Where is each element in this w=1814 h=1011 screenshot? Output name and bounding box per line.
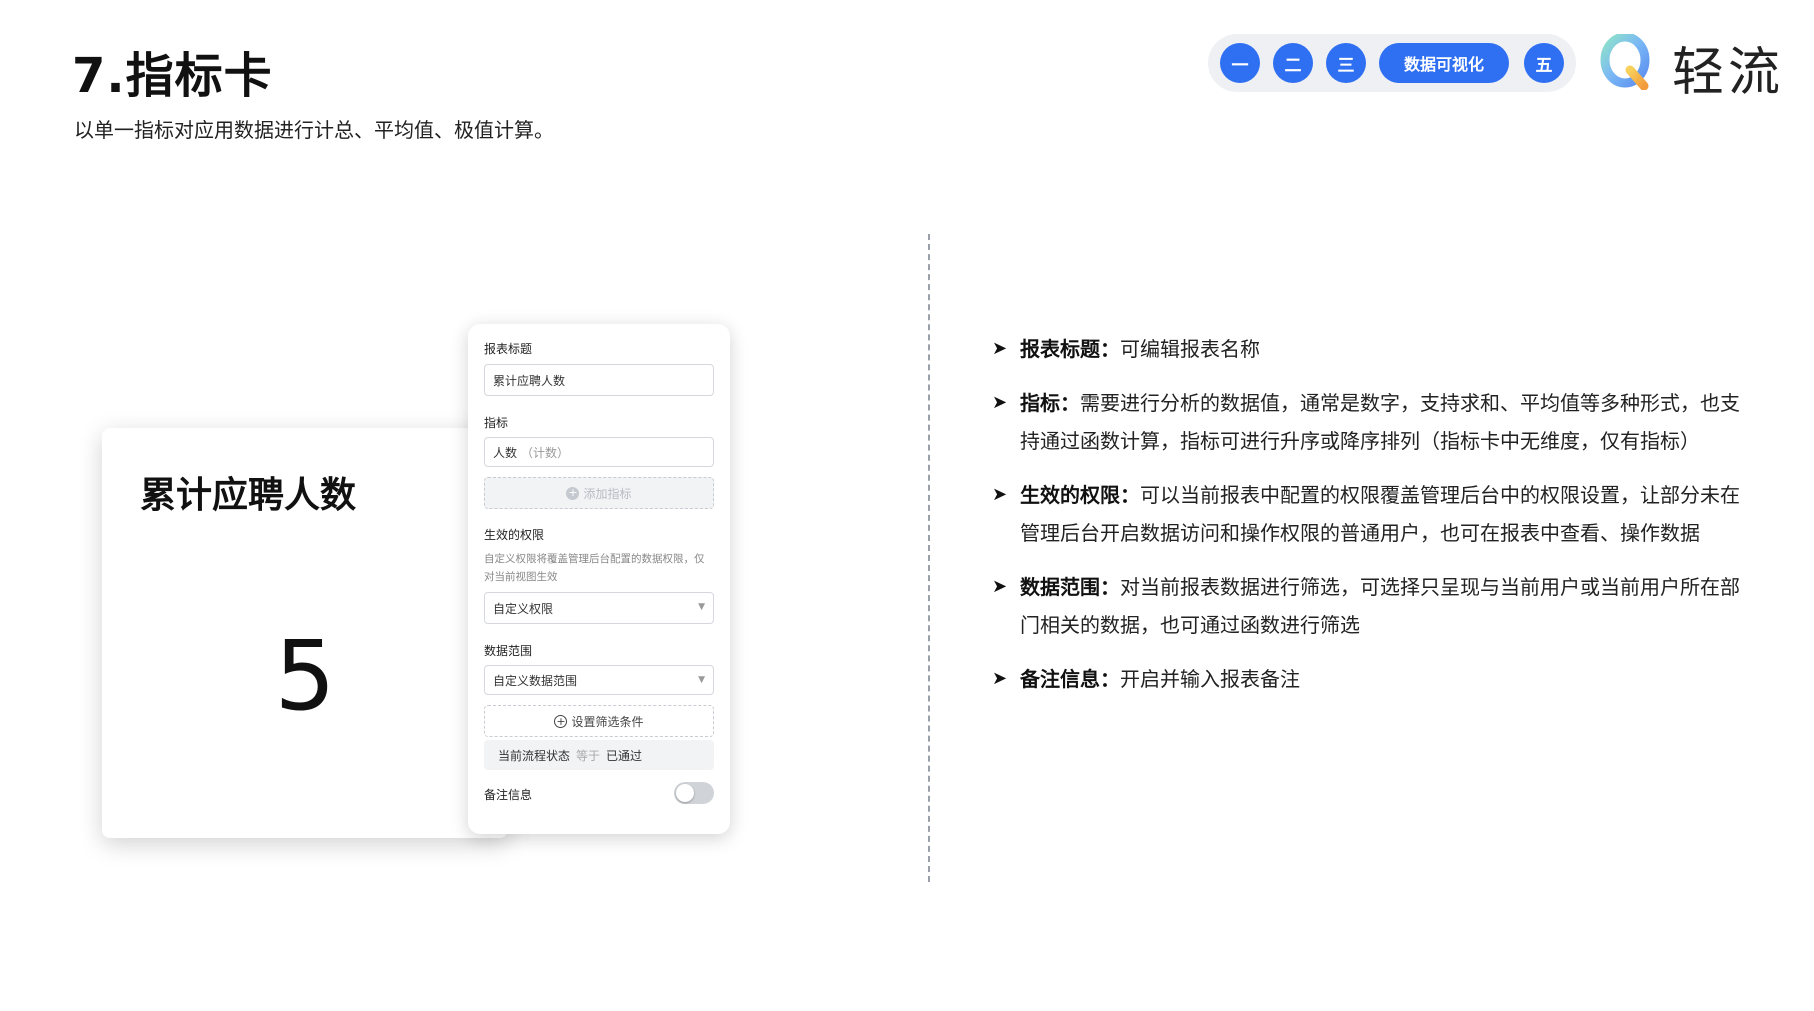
permission-select-value: 自定义权限 [493, 601, 554, 616]
description-list: ➤ 报表标题：可编辑报表名称 ➤ 指标：需要进行分析的数据值，通常是数字，支持求… [992, 330, 1752, 714]
nav-item-1[interactable]: 一 [1220, 43, 1260, 83]
caret-down-icon: ▼ [698, 602, 705, 612]
nav-item-2[interactable]: 二 [1273, 43, 1313, 83]
add-metric-button[interactable]: + 添加指标 [484, 477, 714, 509]
filter-condition[interactable]: 当前流程状态 等于 已通过 [484, 740, 714, 770]
data-range-select[interactable]: 自定义数据范围 ▼ [484, 665, 714, 695]
description-term: 备注信息： [1020, 667, 1120, 691]
notes-label: 备注信息 [484, 788, 533, 802]
section-nav: 一 二 三 数据可视化 五 [1208, 34, 1576, 92]
description-term: 生效的权限： [1020, 483, 1140, 507]
description-text: 可编辑报表名称 [1120, 337, 1260, 361]
metric-card-preview: 累计应聘人数 5 [102, 428, 508, 838]
nav-item-3[interactable]: 三 [1326, 43, 1366, 83]
metric-field[interactable]: 人数 （计数） [484, 437, 714, 467]
permission-help-text: 自定义权限将覆盖管理后台配置的数据权限，仅对当前视图生效 [484, 553, 705, 583]
page-title: 7.指标卡 [72, 48, 273, 104]
list-item: ➤ 报表标题：可编辑报表名称 [992, 330, 1752, 368]
plus-circle-icon: + [566, 485, 580, 500]
settings-panel: 报表标题 累计应聘人数 指标 人数 （计数） + 添加指标 生效的权限 自定义权… [468, 324, 730, 834]
nav-item-data-visualization[interactable]: 数据可视化 [1379, 43, 1509, 83]
nav-item-5[interactable]: 五 [1524, 43, 1564, 83]
arrow-right-icon: ➤ [992, 392, 1008, 413]
description-text: 对当前报表数据进行筛选，可选择只呈现与当前用户或当前用户所在部门相关的数据，也可… [1020, 575, 1740, 637]
list-item: ➤ 数据范围：对当前报表数据进行筛选，可选择只呈现与当前用户或当前用户所在部门相… [992, 568, 1752, 644]
plus-circle-icon: + [554, 714, 568, 728]
condition-value: 已通过 [606, 748, 643, 763]
caret-down-icon: ▼ [698, 675, 705, 685]
description-term: 数据范围： [1020, 575, 1120, 599]
description-term: 指标： [1020, 391, 1080, 415]
description-text: 需要进行分析的数据值，通常是数字，支持求和、平均值等多种形式，也支持通过函数计算… [1020, 391, 1740, 453]
notes-toggle[interactable] [674, 782, 714, 804]
report-title-input[interactable]: 累计应聘人数 [484, 364, 714, 396]
set-filter-label: 设置筛选条件 [571, 714, 644, 729]
metric-aggregation: （计数） [521, 445, 570, 460]
metric-card-title: 累计应聘人数 [140, 475, 357, 516]
list-item: ➤ 生效的权限：可以当前报表中配置的权限覆盖管理后台中的权限设置，让部分未在管理… [992, 476, 1752, 552]
report-title-label: 报表标题 [484, 342, 533, 356]
report-title-value: 累计应聘人数 [493, 373, 566, 388]
arrow-right-icon: ➤ [992, 668, 1008, 689]
description-text: 开启并输入报表备注 [1120, 667, 1300, 691]
arrow-right-icon: ➤ [992, 576, 1008, 597]
brand-name: 轻流 [1672, 43, 1785, 103]
data-range-select-value: 自定义数据范围 [493, 673, 578, 688]
condition-operator: 等于 [576, 748, 601, 763]
page-subtitle: 以单一指标对应用数据进行计总、平均值、极值计算。 [74, 118, 554, 142]
description-term: 报表标题： [1020, 337, 1120, 361]
arrow-right-icon: ➤ [992, 484, 1008, 505]
arrow-right-icon: ➤ [992, 338, 1008, 359]
add-metric-label: 添加指标 [583, 486, 632, 501]
list-item: ➤ 指标：需要进行分析的数据值，通常是数字，支持求和、平均值等多种形式，也支持通… [992, 384, 1752, 460]
metric-field-value: 人数 [493, 445, 518, 460]
vertical-divider [928, 234, 930, 882]
metric-card-value: 5 [274, 620, 336, 732]
set-filter-button[interactable]: + 设置筛选条件 [484, 705, 714, 737]
list-item: ➤ 备注信息：开启并输入报表备注 [992, 660, 1752, 698]
condition-field: 当前流程状态 [498, 748, 571, 763]
permission-label: 生效的权限 [484, 528, 545, 542]
metric-label: 指标 [484, 416, 509, 430]
toggle-knob [676, 784, 694, 802]
brand-logo-icon [1600, 34, 1650, 90]
data-range-label: 数据范围 [484, 644, 533, 658]
permission-select[interactable]: 自定义权限 ▼ [484, 592, 714, 624]
